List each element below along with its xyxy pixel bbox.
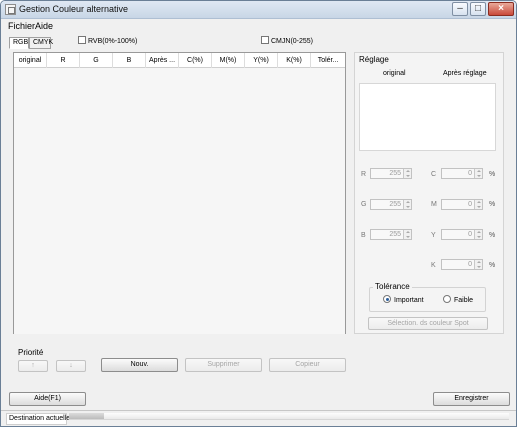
priority-title: Priorité <box>18 348 44 357</box>
cmjn-range-checkbox[interactable] <box>261 36 269 44</box>
c-value-stepper[interactable]: 0 <box>441 168 483 179</box>
column-b[interactable]: B <box>113 53 146 68</box>
k-percent-symbol: % <box>489 262 496 269</box>
after-adjustment-label: Après réglage <box>443 70 487 77</box>
tolerance-faible-option[interactable]: Faible <box>443 295 473 305</box>
column-m[interactable]: M(%) <box>212 53 245 68</box>
y-value-stepper[interactable]: 0 <box>441 229 483 240</box>
label-k: K <box>431 262 436 269</box>
label-c: C <box>431 171 437 178</box>
rvb-percent-option[interactable]: RVB(0%-100%) <box>78 36 137 47</box>
adjustment-title: Réglage <box>359 55 389 64</box>
column-tolerance[interactable]: Tolér... <box>311 53 345 68</box>
column-original[interactable]: original <box>14 53 47 68</box>
menu-bar: Fichier Aide <box>1 19 516 33</box>
g-value-stepper[interactable]: 255 <box>370 199 412 210</box>
color-list-body[interactable] <box>14 68 345 334</box>
k-value: 0 <box>468 261 472 268</box>
copy-button[interactable]: Copieur <box>269 358 346 372</box>
minimize-button[interactable]: – <box>452 2 468 16</box>
spot-color-button[interactable]: Sélection. ds couleur Spot <box>368 317 488 330</box>
m-value: 0 <box>468 201 472 208</box>
r-value-stepper[interactable]: 255 <box>370 168 412 179</box>
label-g: G <box>361 201 367 208</box>
c-percent-symbol: % <box>489 171 496 178</box>
title-bar: Gestion Couleur alternative – □ × <box>1 1 516 19</box>
move-down-button[interactable]: ↓ <box>56 360 86 372</box>
spin-arrows-icon[interactable] <box>474 260 482 269</box>
b-value-stepper[interactable]: 255 <box>370 229 412 240</box>
g-value: 255 <box>389 201 401 208</box>
cmjn-range-label: CMJN(0-255) <box>271 38 314 45</box>
column-after[interactable]: Après ... <box>146 53 179 68</box>
spin-arrows-icon[interactable] <box>403 169 411 178</box>
status-progress-bar <box>69 413 509 420</box>
color-preview <box>359 83 496 151</box>
help-button[interactable]: Aide(F1) <box>9 392 86 406</box>
b-value: 255 <box>389 231 401 238</box>
spin-arrows-icon[interactable] <box>403 200 411 209</box>
column-k[interactable]: K(%) <box>278 53 311 68</box>
tolerance-title: Tolérance <box>373 282 412 291</box>
color-list-header: original R G B Après ... C(%) M(%) Y(%) … <box>14 53 345 68</box>
new-button[interactable]: Nouv. <box>101 358 178 372</box>
color-list-panel: original R G B Après ... C(%) M(%) Y(%) … <box>13 52 346 334</box>
menu-aide[interactable]: Aide <box>35 21 53 31</box>
spin-arrows-icon[interactable] <box>474 230 482 239</box>
main-window: Gestion Couleur alternative – □ × Fichie… <box>0 0 517 427</box>
tolerance-faible-label: Faible <box>454 297 474 304</box>
label-y: Y <box>431 232 436 239</box>
spin-arrows-icon[interactable] <box>474 200 482 209</box>
label-b: B <box>361 232 366 239</box>
rvb-percent-checkbox[interactable] <box>78 36 86 44</box>
tab-rgb[interactable]: RGB <box>9 37 29 49</box>
radio-selected-icon[interactable] <box>383 295 391 303</box>
current-destination-label: Destination actuelle <box>6 413 70 425</box>
radio-unselected-icon[interactable] <box>443 295 451 303</box>
move-up-button[interactable]: ↑ <box>18 360 48 372</box>
save-button[interactable]: Enregistrer <box>433 392 510 406</box>
k-value-stepper[interactable]: 0 <box>441 259 483 270</box>
maximize-button[interactable]: □ <box>470 2 486 16</box>
spin-arrows-icon[interactable] <box>474 169 482 178</box>
delete-button[interactable]: Supprimer <box>185 358 262 372</box>
column-y[interactable]: Y(%) <box>245 53 278 68</box>
cmjn-range-option[interactable]: CMJN(0-255) <box>261 36 313 47</box>
status-progress-fill <box>69 413 105 419</box>
tolerance-important-label: Important <box>394 297 424 304</box>
y-percent-symbol: % <box>489 232 496 239</box>
y-value: 0 <box>468 231 472 238</box>
rvb-percent-label: RVB(0%-100%) <box>88 38 138 45</box>
column-c[interactable]: C(%) <box>179 53 212 68</box>
c-value: 0 <box>468 170 472 177</box>
spin-arrows-icon[interactable] <box>403 230 411 239</box>
label-r: R <box>361 171 367 178</box>
column-g[interactable]: G <box>80 53 113 68</box>
menu-fichier[interactable]: Fichier <box>8 21 35 31</box>
r-value: 255 <box>389 170 401 177</box>
column-r[interactable]: R <box>47 53 80 68</box>
m-percent-symbol: % <box>489 201 496 208</box>
m-value-stepper[interactable]: 0 <box>441 199 483 210</box>
close-button[interactable]: × <box>488 2 514 16</box>
tab-cmyk[interactable]: CMYK <box>29 37 53 49</box>
original-label: original <box>383 70 406 77</box>
app-icon <box>5 4 16 15</box>
tolerance-important-option[interactable]: Important <box>383 295 424 305</box>
label-m: M <box>431 201 437 208</box>
window-title: Gestion Couleur alternative <box>19 4 129 14</box>
